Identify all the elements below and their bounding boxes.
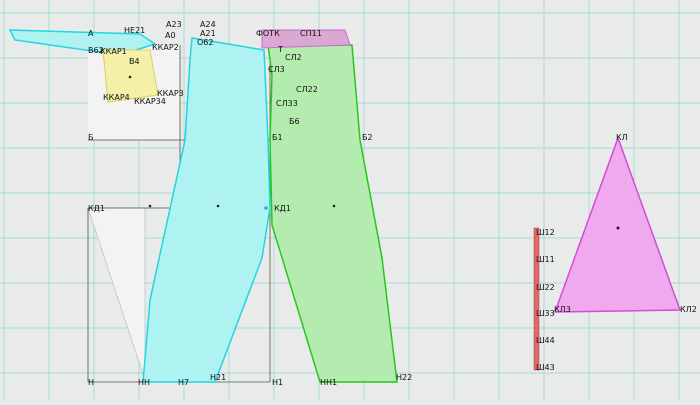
label-nn: НН: [138, 378, 150, 387]
label-kd1b: КД1: [274, 204, 291, 213]
white-lower-piece[interactable]: [87, 207, 146, 381]
label-kkar1: ККАР1: [100, 47, 127, 56]
pattern-drawing: А А23 А24 А21 А0 НЕ21 О62 ФОТК СП11 В62 …: [0, 0, 700, 401]
label-t: Т: [277, 45, 283, 54]
label-kl2: КЛ2: [680, 305, 697, 314]
label-kkar2: ККАР2: [152, 43, 179, 52]
label-h22: Н22: [396, 373, 412, 382]
label-sh43: Ш43: [536, 363, 555, 372]
label-sh44: Ш44: [536, 336, 555, 345]
label-a21: А21: [200, 29, 216, 38]
cone-center-point: [616, 226, 620, 230]
label-sh12: Ш12: [536, 228, 555, 237]
pattern-canvas[interactable]: А А23 А24 А21 А0 НЕ21 О62 ФОТК СП11 В62 …: [0, 0, 700, 401]
strip-piece[interactable]: [533, 227, 540, 371]
label-a24: А24: [200, 20, 216, 29]
label-nn1: НН1: [320, 378, 337, 387]
cone-piece[interactable]: [553, 135, 682, 313]
label-b2: Б2: [362, 133, 373, 142]
label-sh22: Ш22: [536, 283, 555, 292]
label-sh11: Ш11: [536, 255, 555, 264]
back-leg-piece[interactable]: [267, 44, 398, 383]
label-h7: Н7: [178, 378, 189, 387]
label-h1: Н1: [272, 378, 283, 387]
label-kl: КЛ: [616, 133, 628, 142]
label-h21: Н21: [210, 373, 226, 382]
label-a0: А0: [165, 31, 176, 40]
label-sl3: СЛ3: [268, 65, 285, 74]
label-sh33: Ш33: [536, 309, 555, 318]
label-b4: В4: [129, 57, 140, 66]
label-sl2: СЛ2: [285, 53, 302, 62]
label-sl22: СЛ22: [296, 85, 318, 94]
label-top2: О62: [197, 38, 213, 47]
label-top4: СП11: [300, 29, 322, 38]
label-sl33: СЛ33: [276, 99, 298, 108]
label-a23: А23: [166, 20, 182, 29]
label-top1: НЕ21: [124, 26, 145, 35]
label-kkar34: ККАР34: [134, 97, 166, 106]
label-kl3: КЛ3: [554, 305, 571, 314]
label-b: Б: [88, 133, 94, 142]
label-a: А: [88, 29, 94, 38]
label-kd1: КД1: [88, 204, 105, 213]
label-kkar4: ККАР4: [103, 93, 130, 102]
label-top3: ФОТК: [256, 29, 280, 38]
label-b1: Б1: [272, 133, 283, 142]
label-b6: Б6: [289, 117, 300, 126]
label-n: Н: [88, 378, 94, 387]
